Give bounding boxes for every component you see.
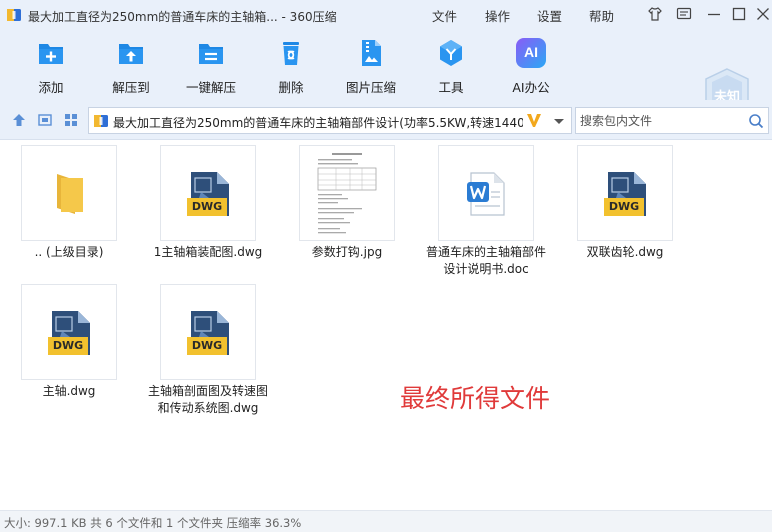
ai-office-icon-text: AI (524, 44, 538, 60)
dwg-icon-text: DWG (608, 200, 640, 213)
file-thumbnail: DWG (160, 284, 256, 380)
delete-icon (283, 42, 299, 65)
file-list-area: .. (上级目录) DWG 1主轴箱装配图.dwg 参数打钩.jpg 普通车床的… (0, 141, 772, 510)
image-compress-button[interactable]: 图片压缩 (335, 38, 407, 96)
image-thumbnail-preview (299, 145, 395, 241)
folder-icon (57, 174, 83, 214)
file-item-design-doc[interactable]: 普通车床的主轴箱部件设计说明书.doc (421, 141, 551, 276)
view-grid-icon[interactable] (63, 112, 79, 128)
archive-file-icon (94, 115, 108, 127)
dwg-file-icon: DWG (48, 309, 92, 357)
dwg-icon-text: DWG (191, 339, 223, 352)
file-name: 主轴箱剖面图及转速图和传动系统图.dwg (147, 384, 268, 415)
window-title: 最大加工直径为250mm的普通车床的主轴箱... - 360压缩 (28, 10, 337, 24)
file-name: 主轴.dwg (42, 384, 96, 398)
delete-label: 删除 (278, 80, 304, 95)
maximize-icon[interactable] (731, 6, 747, 22)
word-document-icon (467, 172, 505, 216)
one-click-extract-button[interactable]: 一键解压 (175, 38, 247, 96)
file-name: 双联齿轮.dwg (586, 245, 664, 259)
add-icon (39, 44, 63, 64)
menu-help[interactable]: 帮助 (589, 6, 614, 25)
app-archive-icon (7, 9, 21, 21)
file-name: 普通车床的主轴箱部件设计说明书.doc (425, 245, 546, 276)
feedback-icon[interactable] (676, 6, 692, 22)
tools-label: 工具 (438, 80, 464, 95)
status-bar: 大小: 997.1 KB 共 6 个文件和 1 个文件夹 压缩率 36.3% (0, 510, 772, 532)
close-icon[interactable] (755, 6, 771, 22)
tools-button[interactable]: 工具 (415, 38, 487, 96)
file-thumbnail (438, 145, 534, 241)
file-item-double-gear-dwg[interactable]: DWG 双联齿轮.dwg (560, 141, 690, 271)
add-label: 添加 (38, 80, 64, 95)
minimize-icon[interactable] (706, 6, 722, 22)
ai-office-label: AI办公 (512, 80, 550, 95)
extract-to-icon (119, 44, 143, 64)
file-item-assembly-dwg[interactable]: DWG 1主轴箱装配图.dwg (143, 141, 273, 271)
file-item-parent-folder[interactable]: .. (上级目录) (4, 141, 134, 271)
file-item-parameter-jpg[interactable]: 参数打钩.jpg (282, 141, 412, 271)
add-button[interactable]: 添加 (15, 38, 87, 96)
ai-office-icon: AI (516, 38, 546, 68)
up-arrow-icon[interactable] (11, 112, 27, 128)
skin-shirt-icon[interactable] (647, 6, 663, 22)
main-toolbar: 添加 解压到 一键解压 删除 图片压缩 工具 AI AI办公 未知 (0, 30, 772, 122)
dwg-icon-text: DWG (52, 339, 84, 352)
tools-icon (440, 40, 462, 66)
status-text: 大小: 997.1 KB 共 6 个文件和 1 个文件夹 压缩率 36.3% (4, 516, 302, 530)
one-click-extract-label: 一键解压 (185, 80, 236, 95)
view-thumbnail-icon[interactable] (37, 112, 53, 128)
dwg-file-icon: DWG (604, 170, 648, 218)
archive-path-text: 最大加工直径为250mm的普通车床的主轴箱部件设计(功率5.5KW,转速1440… (113, 116, 523, 130)
verified-v-icon (527, 114, 541, 127)
menu-settings[interactable]: 设置 (537, 6, 562, 25)
extract-to-label: 解压到 (112, 80, 150, 95)
menu-operate[interactable]: 操作 (485, 6, 510, 25)
file-item-spindle-dwg[interactable]: DWG 主轴.dwg (4, 280, 134, 410)
search-input[interactable] (580, 112, 740, 130)
path-dropdown-icon[interactable] (552, 114, 566, 128)
file-name: 1主轴箱装配图.dwg (153, 245, 263, 259)
search-icon[interactable] (748, 113, 764, 129)
file-thumbnail: DWG (160, 145, 256, 241)
address-bar: 最大加工直径为250mm的普通车床的主轴箱部件设计(功率5.5KW,转速1440… (0, 100, 772, 140)
extract-to-button[interactable]: 解压到 (95, 38, 167, 96)
delete-button[interactable]: 删除 (255, 38, 327, 96)
file-thumbnail (21, 145, 117, 241)
dwg-file-icon: DWG (187, 309, 231, 357)
file-item-section-dwg[interactable]: DWG 主轴箱剖面图及转速图和传动系统图.dwg (143, 280, 273, 415)
final-files-note: 最终所得文件 (400, 384, 551, 413)
ai-office-button[interactable]: AI AI办公 (495, 38, 567, 96)
file-thumbnail: DWG (21, 284, 117, 380)
file-thumbnail: DWG (577, 145, 673, 241)
archive-path-field[interactable]: 最大加工直径为250mm的普通车床的主轴箱部件设计(功率5.5KW,转速1440… (88, 107, 572, 134)
dwg-file-icon: DWG (187, 170, 231, 218)
one-click-extract-icon (199, 44, 223, 64)
menu-file[interactable]: 文件 (432, 6, 457, 25)
title-bar: 最大加工直径为250mm的普通车床的主轴箱... - 360压缩 文件 操作 设… (0, 0, 772, 30)
image-compress-icon (362, 40, 381, 66)
image-compress-label: 图片压缩 (345, 80, 396, 95)
archive-search-box[interactable] (575, 107, 769, 134)
dwg-icon-text: DWG (191, 200, 223, 213)
file-name: 参数打钩.jpg (311, 245, 383, 259)
file-name: .. (上级目录) (34, 245, 104, 259)
